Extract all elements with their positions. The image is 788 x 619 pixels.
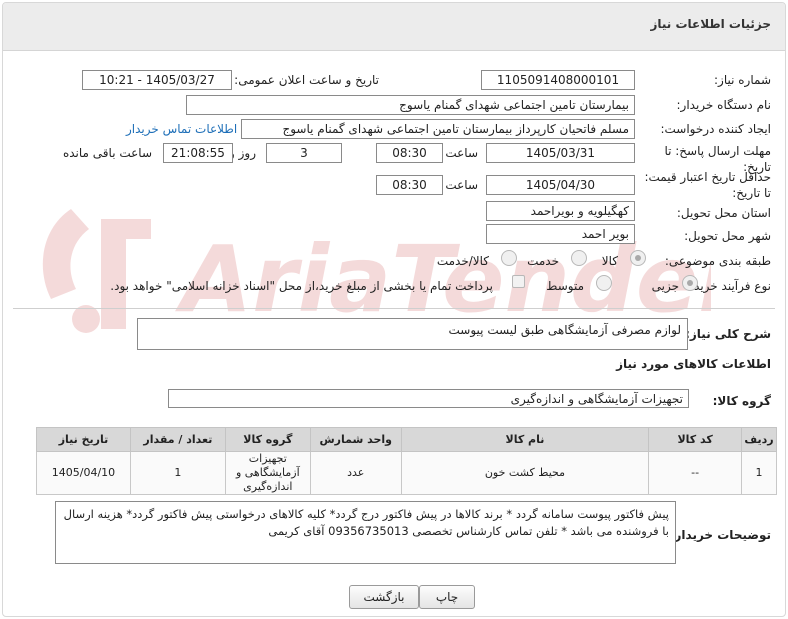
- process-radio-medium[interactable]: [596, 275, 612, 291]
- buyer-org-field: بیمارستان تامین اجتماعی شهدای گمنام یاسو…: [186, 95, 635, 115]
- table-row: 1 -- محیط کشت خون عدد تجهیزات آزمایشگاهی…: [36, 451, 777, 495]
- cell-name: محیط کشت خون: [400, 451, 650, 495]
- validity-time-field: 08:30: [376, 175, 443, 195]
- days-label: روز و: [229, 146, 256, 160]
- reply-time-field: 08:30: [376, 143, 443, 163]
- print-button[interactable]: چاپ: [419, 585, 475, 609]
- panel-header: جزئیات اطلاعات نیاز: [3, 3, 785, 51]
- divider: [13, 308, 775, 309]
- validity-date-field: 1405/04/30: [486, 175, 635, 195]
- remaining-time-field: 21:08:55: [163, 143, 233, 163]
- city-field: بویر احمد: [486, 224, 635, 244]
- cell-row: 1: [741, 451, 777, 495]
- cell-unit: عدد: [309, 451, 402, 495]
- days-remaining-field: 3: [266, 143, 342, 163]
- details-panel: جزئیات اطلاعات نیاز AriaTender.neT شماره…: [2, 2, 786, 617]
- process-option-medium: متوسط: [546, 279, 584, 293]
- need-number-field: 1105091408000101: [481, 70, 635, 90]
- cell-code: --: [648, 451, 743, 495]
- treasury-payment-note: پرداخت تمام یا بخشی از مبلغ خرید،از محل …: [110, 279, 493, 293]
- summary-label: شرح کلی نیاز:: [685, 327, 771, 341]
- goods-section-title: اطلاعات کالاهای مورد نیاز: [616, 357, 771, 371]
- treasury-payment-checkbox[interactable]: [512, 275, 525, 288]
- goods-group-label: گروه کالا:: [712, 394, 771, 408]
- category-option-service: خدمت: [527, 254, 559, 268]
- col-quantity: تعداد / مقدار: [129, 427, 226, 452]
- col-name: نام کالا: [400, 427, 650, 452]
- category-label: طبقه بندی موضوعی:: [664, 254, 771, 268]
- cell-group: تجهیزات آزمایشگاهی و اندازه‌گیری: [224, 451, 311, 495]
- process-option-minor: جزیی: [651, 279, 679, 293]
- cell-quantity: 1: [129, 451, 226, 495]
- buyer-org-label: نام دستگاه خریدار:: [676, 98, 772, 112]
- city-label: شهر محل تحویل:: [684, 229, 771, 243]
- province-label: استان محل تحویل:: [676, 206, 771, 220]
- process-label: نوع فرآیند خرید :: [686, 279, 771, 293]
- category-radio-goods[interactable]: [630, 250, 646, 266]
- panel-title: جزئیات اطلاعات نیاز: [650, 17, 771, 31]
- col-need-date: تاریخ نیاز: [36, 427, 131, 452]
- buyer-contact-link[interactable]: اطلاعات تماس خریدار: [126, 122, 237, 136]
- reply-time-label: ساعت: [445, 146, 478, 160]
- price-validity-label: حداقل تاریخ اعتبار قیمت: تا تاریخ:: [644, 170, 771, 200]
- announce-label: تاریخ و ساعت اعلان عمومی:: [234, 73, 379, 87]
- announce-datetime-field: 1405/03/27 - 10:21: [82, 70, 232, 90]
- category-radio-service[interactable]: [571, 250, 587, 266]
- reply-date-field: 1405/03/31: [486, 143, 635, 163]
- province-field: کهگیلویه و بویراحمد: [486, 201, 635, 221]
- goods-group-field: تجهیزات آزمایشگاهی و اندازه‌گیری: [168, 389, 689, 408]
- requester-label: ایجاد کننده درخواست:: [660, 122, 771, 136]
- need-number-label: شماره نیاز:: [714, 73, 771, 87]
- col-unit: واحد شمارش: [309, 427, 402, 452]
- cell-need-date: 1405/04/10: [36, 451, 131, 495]
- buyer-notes-label: توضیحات خریدار:: [669, 528, 771, 542]
- requester-field: مسلم فاتحیان کارپرداز بیمارستان تامین اج…: [241, 119, 635, 139]
- buyer-notes-field: پیش فاکتور پیوست سامانه گردد * برند کالا…: [55, 501, 676, 564]
- summary-field: لوازم مصرفی آزمایشگاهی طبق لیست پیوست: [137, 318, 688, 350]
- col-row: ردیف: [741, 427, 777, 452]
- back-button[interactable]: بازگشت: [349, 585, 419, 609]
- process-radio-minor[interactable]: [682, 275, 698, 291]
- remaining-label: ساعت باقی مانده: [62, 146, 152, 160]
- category-option-goods-service: کالا/خدمت: [436, 254, 489, 268]
- category-radio-goods-service[interactable]: [501, 250, 517, 266]
- col-code: کد کالا: [648, 427, 743, 452]
- goods-table: ردیف کد کالا نام کالا واحد شمارش گروه کا…: [36, 427, 777, 495]
- validity-time-label: ساعت: [445, 178, 478, 192]
- col-group: گروه کالا: [224, 427, 311, 452]
- category-option-goods: کالا: [601, 254, 618, 268]
- goods-table-header: ردیف کد کالا نام کالا واحد شمارش گروه کا…: [36, 427, 777, 452]
